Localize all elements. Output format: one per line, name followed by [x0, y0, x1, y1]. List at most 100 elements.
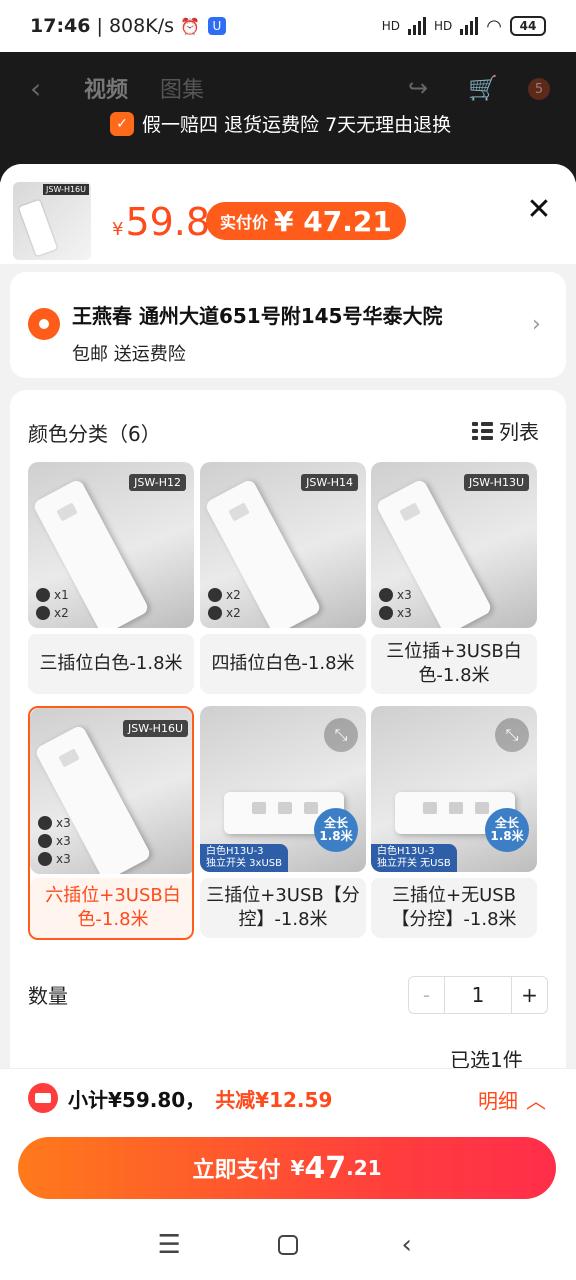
socket-count: x2: [36, 606, 69, 620]
sku-option-4[interactable]: JSW-H16U x3 x3 x3 六插位+3USB白色-1.8米: [28, 706, 194, 940]
socket-count: x3: [38, 852, 71, 866]
address-title: 王燕春 通州大道651号附145号华泰大院: [72, 304, 443, 328]
home-icon: [277, 1235, 298, 1255]
tab-video: 视频: [84, 78, 129, 103]
socket-icons: x2 x2: [208, 588, 241, 620]
price-value: 59.8: [125, 200, 211, 244]
menu-icon[interactable]: ☰: [149, 1230, 189, 1260]
price-currency: ¥: [112, 219, 124, 240]
pay-amount-int: 47: [304, 1150, 347, 1186]
detail-label: 明细: [478, 1089, 518, 1113]
shipping-info: 包邮 送运费险: [72, 344, 186, 365]
guarantee-bar: ✓ 假一赔四 退货运费险 7天无理由退换: [110, 110, 451, 137]
status-right: HD HD ◠ 44: [382, 16, 546, 37]
subtotal-text: 小计¥59.80，: [68, 1087, 206, 1112]
real-price-label: 实付价: [220, 213, 269, 232]
sku-label: 三插位+无USB【分控】-1.8米: [371, 878, 537, 938]
sku-image: ⤡ 全长 1.8米 白色H13U-3 独立开关 3xUSB: [200, 706, 366, 872]
sku-image: ⤡ 全长 1.8米 白色H13U-3 独立开关 无USB: [371, 706, 537, 872]
sku-image: JSW-H16U x3 x3 x3: [30, 708, 192, 874]
sku-option-2[interactable]: JSW-H14 x2 x2 四插位白色-1.8米: [200, 462, 366, 694]
socket-icons: x3 x3: [379, 588, 412, 620]
sku-sheet: JSW-H16U ¥59.8 实付价 ¥ 47.21 ✕ 王燕春 通州大道651…: [0, 164, 576, 1210]
chevron-up-icon: ︿: [526, 1089, 546, 1113]
network-speed: 808K/s: [108, 15, 174, 37]
quantity-value[interactable]: 1: [445, 977, 511, 1013]
sku-option-6[interactable]: ⤡ 全长 1.8米 白色H13U-3 独立开关 无USB 三插位+无USB【分控…: [371, 706, 537, 938]
pay-now-button[interactable]: 立即支付 ¥ 47 .21: [18, 1137, 556, 1199]
close-icon[interactable]: ✕: [522, 192, 556, 227]
real-price-amount: ¥ 47.21: [274, 204, 392, 238]
list-view-toggle[interactable]: 列表: [472, 416, 539, 445]
sku-image: JSW-H12 x1 x2: [28, 462, 194, 628]
socket-icons: x1 x2: [36, 588, 69, 620]
socket-count: x3: [38, 834, 71, 848]
price-detail-link[interactable]: 明细 ︿: [478, 1085, 546, 1114]
status-time: 17:46: [30, 15, 91, 37]
increase-button[interactable]: +: [511, 977, 547, 1013]
address-card[interactable]: 王燕春 通州大道651号附145号华泰大院 包邮 送运费险 ›: [10, 272, 566, 378]
sku-label: 三插位+3USB【分控】-1.8米: [200, 878, 366, 938]
signal-icon-1: [408, 17, 427, 35]
expand-icon[interactable]: ⤡: [495, 718, 529, 752]
model-label: JSW-H16U: [123, 720, 188, 737]
price-summary: 小计¥59.80， 共减¥12.59: [28, 1083, 332, 1113]
background-page: ‹ 视频 图集 ↪ 🛒 5 ✓ 假一赔四 退货运费险 7天无理由退换: [0, 52, 576, 182]
feature-ribbon: 白色H13U-3 独立开关 3xUSB: [200, 844, 288, 872]
quantity-label: 数量: [28, 984, 68, 1008]
socket-count: x1: [36, 588, 69, 602]
product-thumbnail[interactable]: JSW-H16U: [13, 182, 91, 260]
vpn-shield-icon: U: [207, 17, 226, 35]
expand-icon[interactable]: ⤡: [324, 718, 358, 752]
socket-count: x3: [38, 816, 71, 830]
checkout-footer: 小计¥59.80， 共减¥12.59 明细 ︿ 立即支付 ¥ 47 .21: [0, 1068, 576, 1210]
thumb-product-shape: [18, 199, 58, 257]
sku-option-3[interactable]: JSW-H13U x3 x3 三位插+3USB白色-1.8米: [371, 462, 537, 694]
coupon-icon: [28, 1083, 58, 1113]
thumb-model-label: JSW-H16U: [43, 184, 89, 195]
battery-icon: 44: [510, 16, 546, 36]
discount-text: 共减¥12.59: [215, 1087, 333, 1112]
signal-icon-2: [460, 17, 479, 35]
list-label: 列表: [499, 420, 539, 444]
alarm-icon: ⏰: [180, 16, 200, 36]
cart-icon: 🛒: [468, 74, 498, 102]
hd-label-1: HD: [381, 19, 401, 33]
tab-gallery: 图集: [160, 78, 205, 103]
status-separator: |: [90, 15, 109, 37]
product-price: ¥59.8: [112, 200, 210, 244]
sheet-header: JSW-H16U ¥59.8 实付价 ¥ 47.21 ✕: [0, 164, 576, 264]
sku-image: JSW-H14 x2 x2: [200, 462, 366, 628]
pay-amount-dec: .21: [346, 1156, 382, 1180]
socket-count: x3: [379, 588, 412, 602]
share-icon: ↪: [408, 74, 429, 102]
location-pin-icon: [28, 308, 60, 340]
list-icon: [472, 421, 493, 440]
sku-option-5[interactable]: ⤡ 全长 1.8米 白色H13U-3 独立开关 3xUSB 三插位+3USB【分…: [200, 706, 366, 938]
back-icon: ‹: [30, 72, 42, 105]
home-button[interactable]: [268, 1235, 308, 1255]
cart-count-badge: 5: [528, 78, 550, 100]
model-label: JSW-H14: [301, 474, 358, 491]
sku-image: JSW-H13U x3 x3: [371, 462, 537, 628]
decrease-button[interactable]: -: [409, 977, 445, 1013]
back-nav-icon[interactable]: ‹: [387, 1230, 427, 1260]
system-nav-bar: ☰ ‹: [0, 1210, 576, 1280]
background-nav: ‹ 视频 图集 ↪ 🛒 5: [0, 66, 576, 106]
model-label: JSW-H13U: [464, 474, 529, 491]
socket-count: x2: [208, 606, 241, 620]
color-category-title: 颜色分类（6）: [28, 422, 161, 446]
feature-ribbon: 白色H13U-3 独立开关 无USB: [371, 844, 457, 872]
sku-option-1[interactable]: JSW-H12 x1 x2 三插位白色-1.8米: [28, 462, 194, 694]
model-label: JSW-H12: [129, 474, 186, 491]
socket-icons: x3 x3 x3: [38, 816, 71, 866]
sku-label: 六插位+3USB白色-1.8米: [30, 878, 192, 938]
guarantee-text: 假一赔四 退货运费险 7天无理由退换: [142, 114, 452, 136]
length-badge: 全长 1.8米: [485, 808, 529, 852]
socket-count: x3: [379, 606, 412, 620]
check-shield-icon: ✓: [110, 111, 134, 136]
socket-count: x2: [208, 588, 241, 602]
quantity-stepper: - 1 +: [408, 976, 548, 1014]
sku-label: 四插位白色-1.8米: [200, 634, 366, 694]
hd-label-2: HD: [434, 19, 453, 33]
